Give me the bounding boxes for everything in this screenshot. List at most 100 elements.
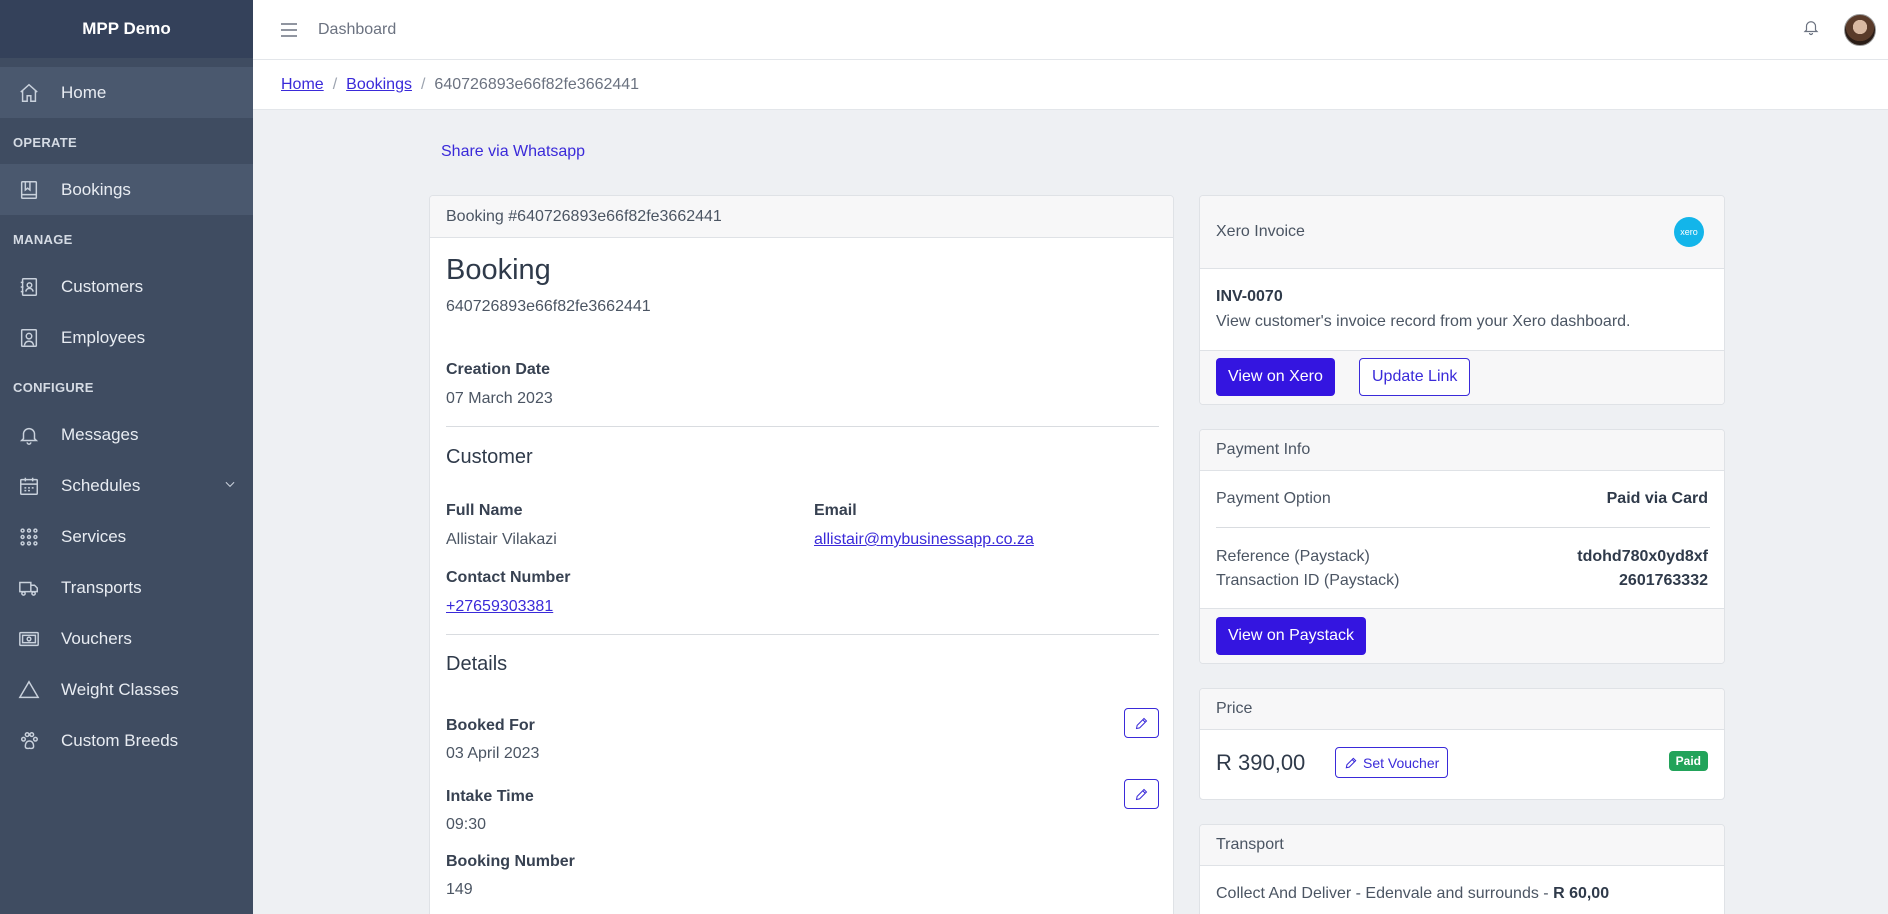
set-voucher-button[interactable]: Set Voucher	[1335, 747, 1449, 778]
transaction-id-label: Transaction ID (Paystack)	[1216, 572, 1400, 589]
sidebar-item-employees[interactable]: Employees	[0, 312, 253, 363]
breadcrumb-bookings[interactable]: Bookings	[346, 76, 412, 94]
id-badge-icon	[17, 326, 41, 350]
transport-card-header: Transport	[1200, 825, 1724, 866]
email-link[interactable]: allistair@mybusinessapp.co.za	[814, 531, 1034, 549]
breadcrumb-separator: /	[332, 75, 338, 93]
sidebar-item-label: Custom Breeds	[61, 730, 179, 750]
sidebar-item-label: Customers	[61, 276, 144, 296]
contacts-icon	[17, 275, 41, 299]
creation-date-value: 07 March 2023	[446, 390, 553, 407]
notifications-bell-icon[interactable]	[1802, 18, 1820, 41]
sidebar-item-bookings[interactable]: Bookings	[0, 164, 253, 215]
transport-card: Transport Collect And Deliver - Edenvale…	[1199, 824, 1725, 914]
transaction-id-value: 2601763332	[1619, 572, 1708, 589]
transport-description-text: Collect And Deliver - Edenvale and surro…	[1216, 885, 1554, 902]
contact-number-label: Contact Number	[446, 569, 571, 586]
section-configure: CONFIGURE	[13, 380, 94, 395]
sidebar-item-label: Schedules	[61, 475, 141, 495]
divider	[446, 426, 1159, 427]
pencil-icon	[1135, 788, 1148, 800]
intake-time-value: 09:30	[446, 816, 487, 833]
sidebar-item-label: Vouchers	[61, 628, 132, 648]
sidebar-item-vouchers[interactable]: Vouchers	[0, 613, 253, 664]
avatar[interactable]	[1844, 13, 1876, 46]
pencil-icon	[1345, 757, 1357, 768]
sidebar-item-label: Services	[61, 526, 127, 546]
booked-for-label: Booked For	[446, 717, 535, 734]
xero-card-header: Xero Invoice xero	[1200, 196, 1724, 269]
section-manage: MANAGE	[13, 232, 73, 247]
reference-label: Reference (Paystack)	[1216, 548, 1370, 565]
price-amount: R 390,00	[1216, 750, 1306, 775]
sidebar-item-services[interactable]: Services	[0, 511, 253, 562]
sidebar-item-messages[interactable]: Messages	[0, 409, 253, 460]
details-heading: Details	[446, 653, 508, 675]
sidebar: MPP Demo Home OPERATE Bookings MANAGE Cu…	[0, 0, 253, 914]
book-icon	[17, 178, 41, 202]
breadcrumb: Home / Bookings / 640726893e66f82fe36624…	[253, 60, 1888, 110]
view-on-paystack-button[interactable]: View on Paystack	[1216, 617, 1366, 655]
sidebar-item-customers[interactable]: Customers	[0, 261, 253, 312]
topbar: Dashboard	[253, 0, 1888, 60]
full-name-label: Full Name	[446, 502, 523, 519]
paid-badge: Paid	[1668, 751, 1708, 771]
customer-heading: Customer	[446, 446, 533, 468]
price-card: Price R 390,00 Set Voucher Paid	[1199, 688, 1725, 800]
page-title: Dashboard	[318, 20, 397, 38]
breadcrumb-home[interactable]: Home	[281, 76, 324, 94]
sidebar-item-label: Messages	[61, 424, 139, 444]
xero-invoice-card: Xero Invoice xero INV-0070 View customer…	[1199, 195, 1725, 405]
home-icon	[17, 81, 41, 105]
creation-date-label: Creation Date	[446, 361, 551, 378]
sidebar-item-label: Transports	[61, 577, 142, 597]
payment-option-value: Paid via Card	[1606, 490, 1708, 507]
edit-intake-time-button[interactable]	[1124, 779, 1159, 809]
sidebar-item-label: Weight Classes	[61, 679, 179, 699]
edit-booked-for-button[interactable]	[1124, 708, 1159, 738]
transport-description: Collect And Deliver - Edenvale and surro…	[1216, 885, 1609, 903]
booked-for-value: 03 April 2023	[446, 745, 540, 762]
reference-value: tdohd780x0yd8xf	[1577, 548, 1708, 565]
booking-id: 640726893e66f82fe3662441	[446, 298, 651, 315]
menu-icon[interactable]	[280, 20, 300, 40]
triangle-icon	[17, 678, 41, 702]
price-card-header: Price	[1200, 689, 1724, 730]
section-operate: OPERATE	[13, 135, 77, 150]
breadcrumb-separator: /	[420, 75, 426, 93]
invoice-description: View customer's invoice record from your…	[1216, 313, 1631, 330]
sidebar-item-label: Employees	[61, 327, 146, 347]
sidebar-item-home[interactable]: Home	[0, 67, 253, 118]
brand[interactable]: MPP Demo	[0, 0, 253, 58]
calendar-icon	[17, 474, 41, 498]
pencil-icon	[1135, 717, 1148, 729]
booking-number-value: 149	[446, 881, 473, 898]
contact-number-link[interactable]: +27659303381	[446, 598, 553, 616]
bell-icon	[17, 423, 41, 447]
xero-card-title: Xero Invoice	[1216, 223, 1305, 240]
booking-card-header: Booking #640726893e66f82fe3662441	[430, 196, 1173, 238]
view-on-xero-button[interactable]: View on Xero	[1216, 358, 1335, 396]
transport-amount: R 60,00	[1553, 885, 1610, 902]
booking-number-label: Booking Number	[446, 853, 575, 870]
share-whatsapp-link[interactable]: Share via Whatsapp	[441, 143, 585, 161]
chevron-down-icon[interactable]	[223, 476, 237, 496]
truck-icon	[17, 576, 41, 600]
payment-info-card: Payment Info Payment Option Paid via Car…	[1199, 429, 1725, 664]
breadcrumb-current: 640726893e66f82fe3662441	[434, 75, 640, 93]
voucher-icon	[17, 627, 41, 651]
intake-time-label: Intake Time	[446, 788, 534, 805]
sidebar-item-weight-classes[interactable]: Weight Classes	[0, 664, 253, 715]
sidebar-item-transports[interactable]: Transports	[0, 562, 253, 613]
email-label: Email	[814, 502, 857, 519]
full-name-value: Allistair Vilakazi	[446, 531, 557, 548]
update-link-button[interactable]: Update Link	[1359, 358, 1471, 396]
paw-icon	[17, 729, 41, 753]
grid-icon	[17, 525, 41, 549]
divider	[1216, 527, 1710, 528]
sidebar-item-label: Home	[61, 82, 107, 102]
sidebar-item-custom-breeds[interactable]: Custom Breeds	[0, 715, 253, 766]
divider	[446, 634, 1159, 635]
booking-card: Booking #640726893e66f82fe3662441 Bookin…	[429, 195, 1174, 914]
sidebar-item-schedules[interactable]: Schedules	[0, 460, 253, 511]
